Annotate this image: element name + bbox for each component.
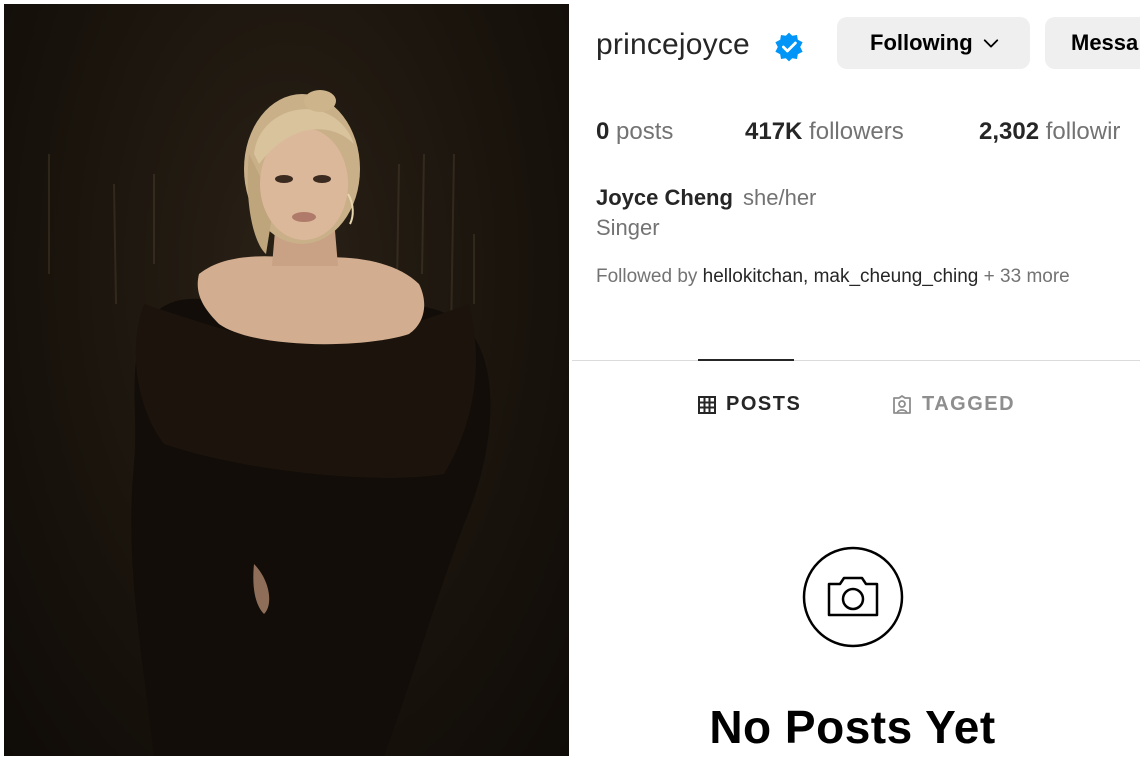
followed-by-prefix: Followed by xyxy=(596,266,698,287)
photo-illustration xyxy=(48,90,491,756)
following-button[interactable]: Following xyxy=(837,17,1030,69)
verified-badge-icon xyxy=(775,32,803,62)
profile-pronouns: she/her xyxy=(743,185,817,210)
following-count[interactable]: 2,302 followir xyxy=(979,118,1120,146)
following-button-label: Following xyxy=(870,30,973,55)
followed-by-separator: , xyxy=(803,266,809,287)
chevron-down-icon xyxy=(983,39,998,48)
profile-full-name: Joyce Cheng xyxy=(596,185,733,210)
message-button-label: Messa xyxy=(1071,30,1139,55)
following-count-value: 2,302 xyxy=(979,118,1040,145)
tabs-divider xyxy=(572,360,1140,361)
following-count-label: followir xyxy=(1045,118,1121,145)
tab-posts-label: POSTS xyxy=(726,393,802,415)
camera-icon xyxy=(802,546,904,648)
followed-by-more[interactable]: + 33 more xyxy=(984,266,1070,287)
posts-count-value: 0 xyxy=(596,118,610,145)
empty-state-title: No Posts Yet xyxy=(709,701,996,753)
posts-count-label: posts xyxy=(616,118,674,145)
followed-by-line[interactable]: Followed by hellokitchan, mak_cheung_chi… xyxy=(596,266,1070,288)
grid-icon xyxy=(698,395,716,414)
tab-tagged-label: TAGGED xyxy=(922,393,1016,415)
followers-count-value: 417K xyxy=(745,118,803,145)
tab-posts[interactable]: POSTS xyxy=(698,393,801,416)
followed-by-user[interactable]: mak_cheung_ching xyxy=(814,266,979,287)
followed-by-user[interactable]: hellokitchan xyxy=(703,266,803,287)
profile-username: princejoyce xyxy=(596,28,750,61)
followers-count-label: followers xyxy=(809,118,904,145)
active-tab-indicator xyxy=(698,359,794,361)
followers-count[interactable]: 417K followers xyxy=(745,118,904,146)
profile-category: Singer xyxy=(596,215,660,240)
tab-tagged[interactable]: TAGGED xyxy=(892,393,1015,416)
profile-photo xyxy=(4,4,569,756)
tagged-person-icon xyxy=(893,394,911,414)
posts-count: 0 posts xyxy=(596,118,673,146)
message-button[interactable]: Messa xyxy=(1045,17,1140,69)
